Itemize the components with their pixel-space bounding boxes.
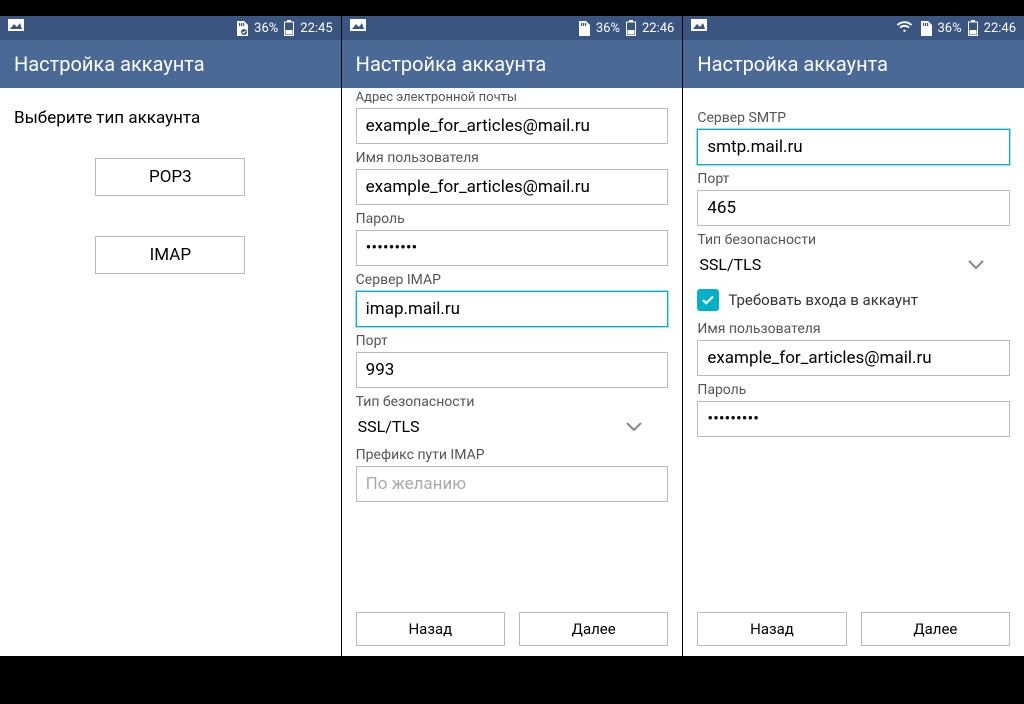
next-button[interactable]: Далее — [519, 612, 668, 646]
battery-percent: 36% — [596, 21, 620, 36]
require-login-label: Требовать входа в аккаунт — [728, 291, 918, 309]
screen-smtp-settings: 36% 22:46 Настройка аккаунта Сервер SMTP… — [683, 16, 1024, 656]
app-title: Настройка аккаунта — [356, 52, 547, 76]
imap-prefix-label: Префикс пути IMAP — [356, 447, 669, 463]
require-login-checkbox[interactable] — [697, 289, 719, 311]
port-field[interactable] — [356, 352, 669, 388]
imap-server-label: Сервер IMAP — [356, 272, 669, 288]
status-bar: 36% 22:46 — [342, 16, 683, 40]
back-button[interactable]: Назад — [356, 612, 505, 646]
battery-icon — [968, 20, 978, 36]
clock-time: 22:45 — [300, 21, 332, 36]
picture-icon — [8, 19, 24, 33]
status-bar: 36% 22:46 — [683, 16, 1024, 40]
username-field[interactable] — [356, 169, 669, 205]
security-type-value: SSL/TLS — [358, 417, 420, 436]
clock-time: 22:46 — [642, 21, 674, 36]
choose-account-type-label: Выберите тип аккаунта — [14, 108, 327, 128]
app-title-bar: Настройка аккаунта — [342, 40, 683, 88]
email-field[interactable] — [356, 108, 669, 144]
back-button[interactable]: Назад — [697, 612, 846, 646]
port-label: Порт — [356, 333, 669, 349]
port-label: Порт — [697, 171, 1010, 187]
chevron-down-icon — [626, 417, 642, 436]
picture-icon — [350, 19, 366, 33]
wifi-icon — [896, 20, 913, 37]
security-type-select[interactable]: SSL/TLS — [356, 413, 669, 441]
sdcard-icon — [235, 21, 248, 36]
port-field[interactable] — [697, 190, 1010, 226]
username-field[interactable] — [697, 340, 1010, 376]
battery-percent: 36% — [938, 21, 962, 36]
imap-button[interactable]: IMAP — [95, 236, 245, 274]
smtp-server-label: Сервер SMTP — [697, 110, 1010, 126]
screen-account-type: 36% 22:45 Настройка аккаунта Выберите ти… — [0, 16, 341, 656]
imap-server-field[interactable] — [356, 291, 669, 327]
smtp-server-field[interactable] — [697, 129, 1010, 165]
security-type-label: Тип безопасности — [356, 394, 669, 410]
chevron-down-icon — [968, 255, 984, 274]
security-type-label: Тип безопасности — [697, 232, 1010, 248]
app-title-bar: Настройка аккаунта — [0, 40, 341, 88]
password-field[interactable] — [697, 401, 1010, 437]
next-button[interactable]: Далее — [861, 612, 1010, 646]
battery-percent: 36% — [254, 21, 278, 36]
app-title: Настройка аккаунта — [697, 52, 888, 76]
screen-imap-settings: 36% 22:46 Настройка аккаунта Адрес элект… — [342, 16, 683, 656]
status-bar: 36% 22:45 — [0, 16, 341, 40]
sdcard-icon — [577, 21, 590, 36]
username-label: Имя пользователя — [356, 150, 669, 166]
password-label: Пароль — [697, 382, 1010, 398]
security-type-select[interactable]: SSL/TLS — [697, 251, 1010, 279]
clock-time: 22:46 — [984, 21, 1016, 36]
battery-icon — [626, 20, 636, 36]
imap-prefix-field[interactable] — [356, 466, 669, 502]
password-field[interactable] — [356, 230, 669, 266]
email-label: Адрес электронной почты — [356, 90, 669, 105]
sdcard-icon — [919, 21, 932, 36]
battery-icon — [284, 20, 294, 36]
app-title-bar: Настройка аккаунта — [683, 40, 1024, 88]
picture-icon — [691, 19, 707, 33]
username-label: Имя пользователя — [697, 321, 1010, 337]
pop3-button[interactable]: POP3 — [95, 158, 245, 196]
require-login-row[interactable]: Требовать входа в аккаунт — [697, 289, 1010, 311]
security-type-value: SSL/TLS — [699, 255, 761, 274]
password-label: Пароль — [356, 211, 669, 227]
app-title: Настройка аккаунта — [14, 52, 205, 76]
